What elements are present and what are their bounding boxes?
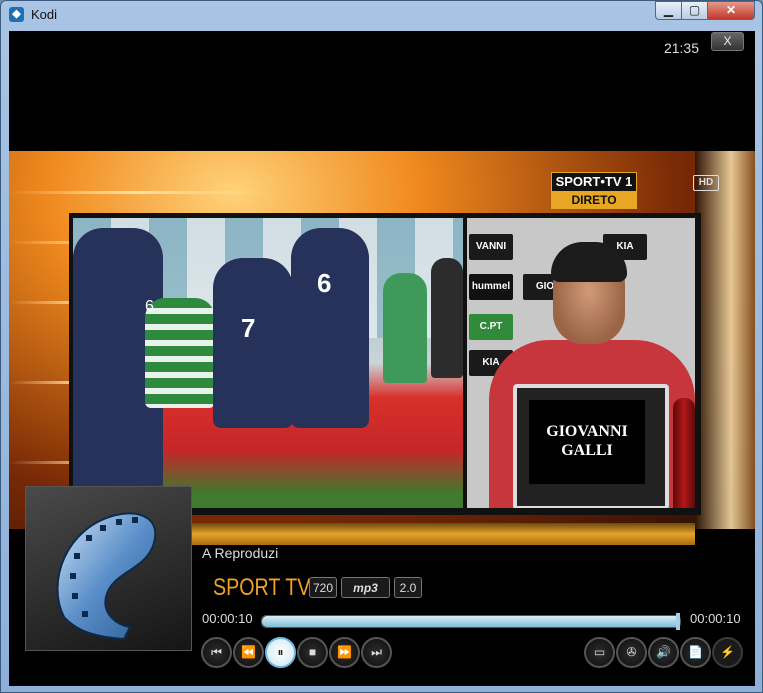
split-screen-picture: 6 7 6 VANNI KIA GIO hummel C.PT KIA GIOV… [69,213,701,515]
light-streak [9,191,269,194]
jersey-number: 6 [145,298,154,315]
channel-badge-name: SPORT•TV 1 [551,172,637,192]
pause-button[interactable]: ⏸ [265,637,296,668]
sponsor-board: hummel [469,274,513,300]
seek-bar-fill [262,616,680,627]
clock: 21:35 [663,40,699,56]
kodi-close-button[interactable]: X [711,32,744,51]
record-button[interactable]: ⚡ [712,637,743,668]
seek-bar[interactable] [261,613,681,630]
video-side-glow [695,151,755,566]
elapsed-time: 00:00:10 [202,611,253,626]
player-figure-green: 6 [145,298,215,408]
window-title: Kodi [31,7,58,22]
resolution-tag: 720 [309,577,337,598]
subtitles-button[interactable]: ▭ [584,637,615,668]
rewind-button[interactable]: ⏪ [233,637,264,668]
film-reel-icon [56,512,157,641]
spectator [431,258,463,378]
channel-badge: SPORT•TV 1 DIRETO [551,172,637,209]
minimize-button[interactable]: ▁ [655,1,682,20]
osd-header-strip [191,523,695,545]
kodi-logo-icon: ◆ [9,7,24,22]
info-button[interactable]: 📄 [680,637,711,668]
hd-badge: HD [693,175,719,191]
jersey-number: 6 [317,268,332,298]
spectator [383,273,427,383]
jersey-number: 7 [241,313,256,343]
player-figure: 7 [213,258,293,428]
audio-settings-button[interactable]: 🔊 [648,637,679,668]
player-figure: 6 [291,228,369,428]
audio-codec-tag: mp3 [341,577,390,598]
maximize-button[interactable]: ▢ [681,1,708,20]
kodi-window: ◆ Kodi ▁ ▢ ✕ 21:35 X SPORT•TV 1 DIRETO H… [0,0,763,693]
total-time: 00:00:10 [690,611,741,626]
sponsor-board: VANNI [469,234,513,260]
nameplate: GIOVANNI GALLI [513,384,669,508]
close-window-button[interactable]: ✕ [707,1,755,20]
match-footage: 6 7 6 [73,218,463,508]
audio-channels-tag: 2.0 [394,577,422,598]
kodi-client-area: 21:35 X SPORT•TV 1 DIRETO HD 6 7 6 VANNI… [9,31,755,686]
sponsor-board: C.PT [469,314,513,340]
stop-button[interactable]: ■ [297,637,328,668]
skip-forward-button[interactable]: ⏭ [361,637,392,668]
media-thumbnail [25,486,192,651]
fast-forward-button[interactable]: ⏩ [329,637,360,668]
playback-status: A Reproduzi [202,545,279,561]
window-titlebar[interactable]: ◆ Kodi ▁ ▢ ✕ [1,1,762,29]
skip-back-button[interactable]: ⏮ [201,637,232,668]
video-settings-button[interactable]: ✇ [616,637,647,668]
bottle [673,398,695,508]
seek-bar-handle[interactable] [676,613,680,630]
press-conference-footage: VANNI KIA GIO hummel C.PT KIA GIOVANNI G… [467,218,695,508]
channel-badge-live: DIRETO [551,192,637,209]
nameplate-text: GIOVANNI GALLI [529,400,645,484]
